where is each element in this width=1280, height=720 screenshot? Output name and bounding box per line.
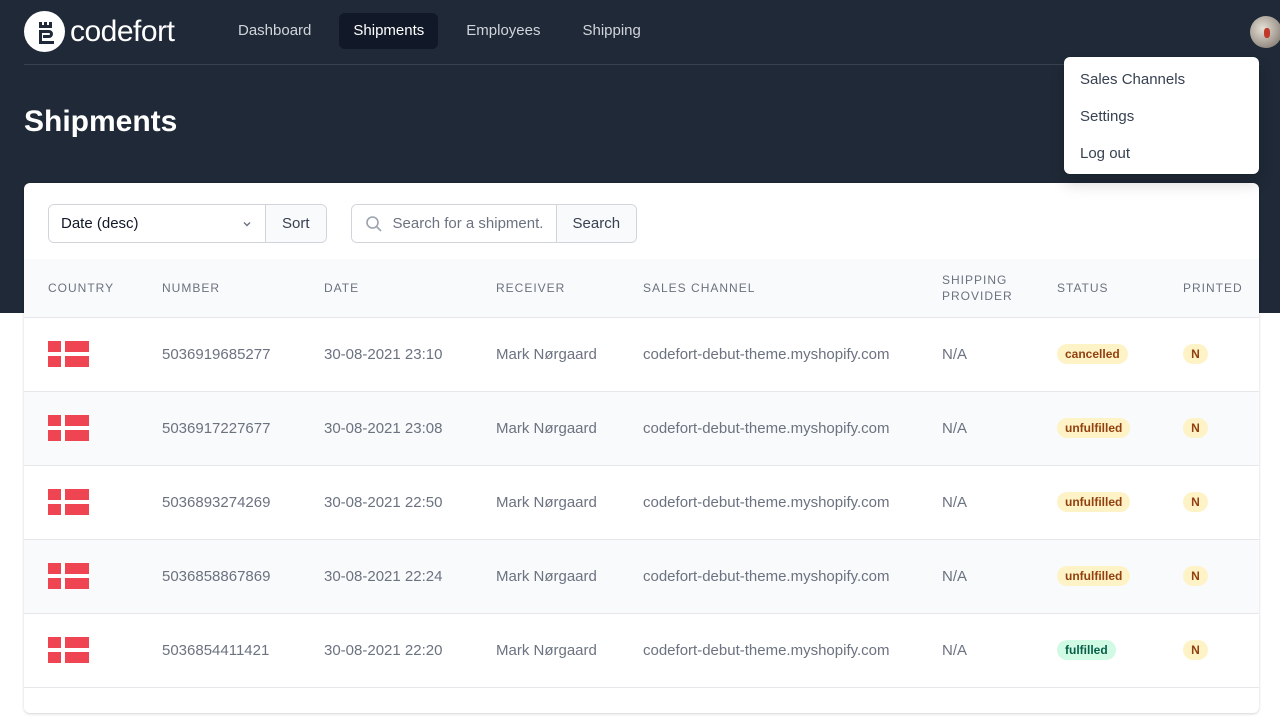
cell-date: 30-08-2021 23:08 [324,419,443,437]
cell-shipping-provider: N/A [942,641,968,659]
shipments-table: Country Number Date Receiver Sales Chann… [24,259,1259,688]
status-badge: cancelled [1057,344,1128,364]
brand-name: codefort [70,14,175,48]
cell-shipping-provider: N/A [942,493,968,511]
brand-logo[interactable]: codefort [24,11,175,52]
search-icon [365,215,382,232]
cell-number: 5036854411421 [162,641,270,659]
printed-badge: N [1183,640,1208,660]
cell-status: unfulfilled [1057,391,1183,465]
table-row[interactable]: 5036854411421 30-08-2021 22:20 Mark Nørg… [24,613,1259,687]
table-row[interactable]: 5036919685277 30-08-2021 23:10 Mark Nørg… [24,317,1259,391]
cell-shipping-provider: N/A [942,567,968,585]
cell-sales-channel: codefort-debut-theme.myshopify.com [643,493,890,511]
printed-badge: N [1183,566,1208,586]
header-shipping-provider-line2: Provider [942,288,1013,303]
header-shipping-provider[interactable]: Shipping Provider [942,259,1057,317]
header-country[interactable]: Country [24,259,162,317]
search-button[interactable]: Search [555,205,637,242]
cell-receiver: Mark Nørgaard [496,567,597,585]
cell-sales-channel: codefort-debut-theme.myshopify.com [643,641,890,659]
cell-country [24,317,162,391]
status-badge: unfulfilled [1057,492,1131,512]
header-number[interactable]: Number [162,259,324,317]
cell-date: 30-08-2021 22:20 [324,641,443,659]
status-badge: fulfilled [1057,640,1116,660]
denmark-flag-icon [48,415,89,441]
user-dropdown-menu: Sales Channels Settings Log out [1064,57,1259,174]
cell-status: unfulfilled [1057,539,1183,613]
cell-status: cancelled [1057,317,1183,391]
cell-printed: N [1183,465,1259,539]
cell-status: unfulfilled [1057,465,1183,539]
table-row[interactable]: 5036893274269 30-08-2021 22:50 Mark Nørg… [24,465,1259,539]
header-receiver[interactable]: Receiver [496,259,643,317]
sort-button[interactable]: Sort [265,205,326,242]
printed-badge: N [1183,418,1208,438]
search-field [351,205,556,242]
header-shipping-provider-line1: Shipping [942,272,1008,287]
cell-shipping-provider: N/A [942,419,968,437]
cell-number: 5036858867869 [162,567,271,585]
sort-select-value: Date (desc) [61,215,139,232]
denmark-flag-icon [48,563,89,589]
cell-number: 5036917227677 [162,419,271,437]
cell-status: fulfilled [1057,613,1183,687]
cell-printed: N [1183,613,1259,687]
search-group: Search [350,204,638,243]
menu-item-sales-channels[interactable]: Sales Channels [1064,61,1259,98]
status-badge: unfulfilled [1057,418,1131,438]
search-input[interactable] [392,215,543,232]
nav-shipments[interactable]: Shipments [339,13,439,49]
header-printed[interactable]: Printed [1183,259,1259,317]
cell-date: 30-08-2021 23:10 [324,345,443,363]
header-sales-channel[interactable]: Sales Channel [643,259,942,317]
denmark-flag-icon [48,489,89,515]
cell-sales-channel: codefort-debut-theme.myshopify.com [643,345,890,363]
denmark-flag-icon [48,637,89,663]
menu-item-settings[interactable]: Settings [1064,98,1259,135]
cell-date: 30-08-2021 22:24 [324,567,443,585]
cell-date: 30-08-2021 22:50 [324,493,443,511]
cell-printed: N [1183,539,1259,613]
printed-badge: N [1183,492,1208,512]
user-avatar[interactable] [1250,16,1280,48]
cell-sales-channel: codefort-debut-theme.myshopify.com [643,567,890,585]
denmark-flag-icon [48,341,89,367]
sort-select[interactable]: Date (desc) [49,205,265,242]
table-row[interactable]: 5036858867869 30-08-2021 22:24 Mark Nørg… [24,539,1259,613]
main-nav: Dashboard Shipments Employees Shipping [224,13,669,49]
nav-shipping[interactable]: Shipping [568,13,654,49]
castle-c-logo-icon [24,11,65,52]
cell-country [24,539,162,613]
cell-receiver: Mark Nørgaard [496,419,597,437]
table-header-row: Country Number Date Receiver Sales Chann… [24,259,1259,317]
menu-item-log-out[interactable]: Log out [1064,135,1259,172]
cell-receiver: Mark Nørgaard [496,641,597,659]
cell-number: 5036893274269 [162,493,271,511]
status-badge: unfulfilled [1057,566,1131,586]
table-controls: Date (desc) Sort Search [48,204,638,243]
top-navbar: codefort Dashboard Shipments Employees S… [24,0,1280,65]
cell-receiver: Mark Nørgaard [496,345,597,363]
shipments-card: Date (desc) Sort Search Country Number D… [24,183,1259,713]
cell-country [24,391,162,465]
cell-printed: N [1183,391,1259,465]
header-date[interactable]: Date [324,259,496,317]
cell-country [24,465,162,539]
table-row[interactable]: 5036917227677 30-08-2021 23:08 Mark Nørg… [24,391,1259,465]
header-status[interactable]: Status [1057,259,1183,317]
nav-employees[interactable]: Employees [452,13,554,49]
sort-group: Date (desc) Sort [48,204,327,243]
printed-badge: N [1183,344,1208,364]
cell-receiver: Mark Nørgaard [496,493,597,511]
cell-number: 5036919685277 [162,345,271,363]
cell-printed: N [1183,317,1259,391]
cell-sales-channel: codefort-debut-theme.myshopify.com [643,419,890,437]
chevron-down-icon [243,221,251,226]
cell-country [24,613,162,687]
page-title: Shipments [24,105,178,138]
nav-dashboard[interactable]: Dashboard [224,13,325,49]
cell-shipping-provider: N/A [942,345,968,363]
